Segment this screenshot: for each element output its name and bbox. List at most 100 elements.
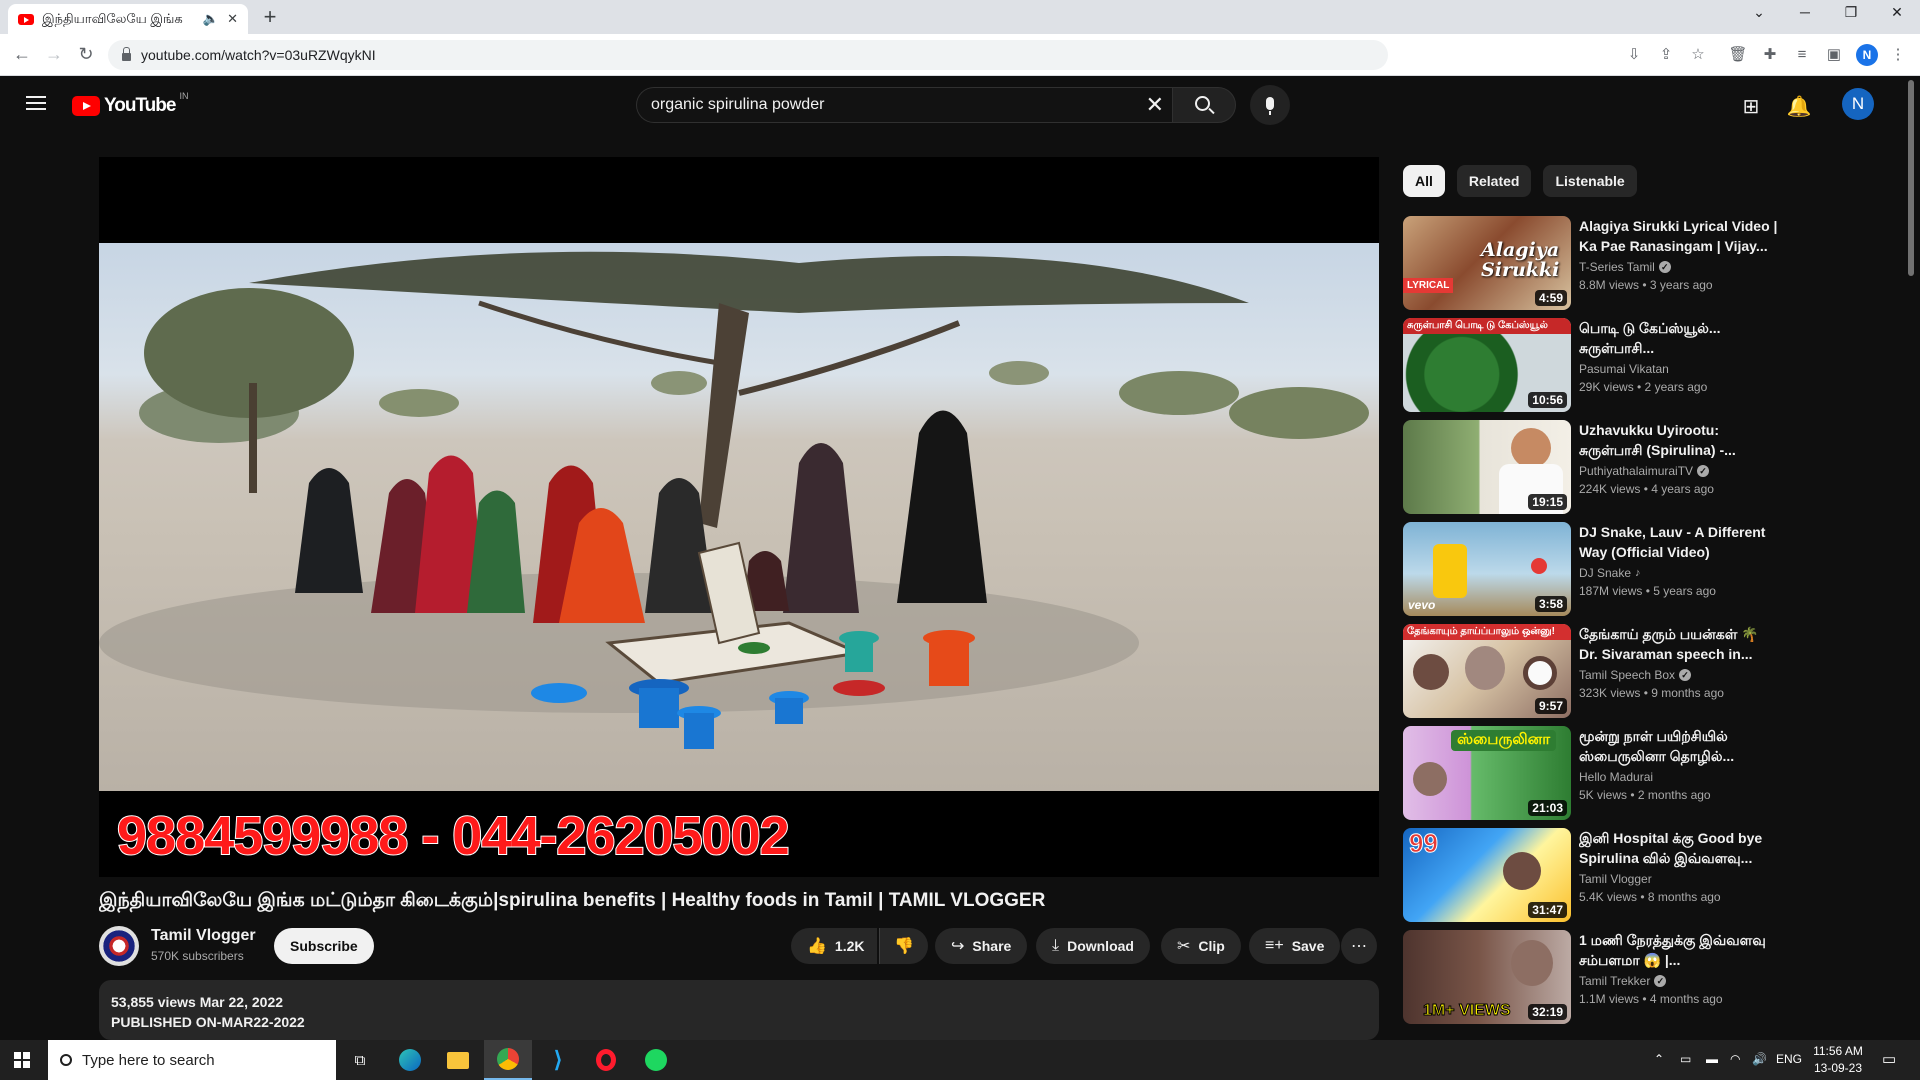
back-button[interactable]: ← [10, 44, 34, 64]
browser-tab-active[interactable]: இந்தியாவிலேயே இங்க 🔈 ✕ [8, 4, 248, 34]
recommendation-title[interactable]: தேங்காய் தரும் பயன்கள் 🌴 Dr. Sivaraman s… [1579, 624, 1779, 664]
recommendation-item[interactable]: 19:15 Uzhavukku Uyirootu: சுருள்பாசி (Sp… [1403, 420, 1783, 514]
recommendation-channel[interactable]: Pasumai Vikatan [1579, 362, 1669, 376]
recommendation-item[interactable]: 1M+ VIEWS 32:19 1 மணி நேரத்துக்கு இவ்வளவ… [1403, 930, 1783, 1024]
video-thumbnail[interactable]: தேங்காயும் தாய்ப்பாலும் ஒன்னு! 9:57 [1403, 624, 1571, 718]
scrollbar-thumb[interactable] [1908, 80, 1914, 276]
extensions-puzzle-icon[interactable]: ✚ [1760, 46, 1780, 64]
duration-badge: 32:19 [1528, 1004, 1567, 1020]
new-tab-button[interactable]: + [258, 6, 282, 28]
browser-menu-icon[interactable]: ⋮ [1888, 46, 1908, 64]
recommendation-channel[interactable]: DJ Snake ♪ [1579, 566, 1641, 580]
recommendation-title[interactable]: Uzhavukku Uyirootu: சுருள்பாசி (Spirulin… [1579, 420, 1779, 460]
vscode-icon[interactable]: ⟩ [534, 1040, 582, 1080]
guide-menu-icon[interactable] [26, 96, 46, 110]
task-view-icon[interactable]: ⧉ [336, 1040, 384, 1080]
share-button[interactable]: ↪ Share [935, 928, 1028, 964]
share-page-icon[interactable]: ⇪ [1656, 46, 1676, 64]
recommendation-item[interactable]: vevo 3:58 DJ Snake, Lauv - A Different W… [1403, 522, 1783, 616]
recommendation-item[interactable]: தேங்காயும் தாய்ப்பாலும் ஒன்னு! 9:57 தேங்… [1403, 624, 1783, 718]
recommendation-title[interactable]: இனி Hospital க்கு Good bye Spirulina வில… [1579, 828, 1779, 868]
network-icon[interactable]: ▭ [1680, 1052, 1691, 1066]
video-player[interactable]: 9884599988 - 044-26205002 [99, 157, 1379, 877]
address-bar[interactable]: youtube.com/watch?v=03uRZWqykNI [108, 40, 1388, 70]
youtube-logo[interactable]: YouTube IN [72, 91, 188, 117]
video-thumbnail[interactable]: ஸ்பைருலினா 21:03 [1403, 726, 1571, 820]
chip-all[interactable]: All [1403, 165, 1445, 197]
notification-center-icon[interactable]: ▭ [1882, 1050, 1896, 1068]
trash-extension-icon[interactable]: 🗑 [1728, 46, 1748, 64]
speaker-icon[interactable]: 🔈 [203, 11, 219, 27]
close-window-button[interactable]: ✕ [1882, 4, 1912, 21]
clear-search-icon[interactable]: ✕ [1146, 94, 1164, 116]
like-button[interactable]: 👍 1.2K [791, 928, 877, 964]
opera-browser-icon[interactable] [582, 1040, 630, 1080]
recommendation-channel[interactable]: Hello Madurai [1579, 770, 1653, 784]
voice-search-button[interactable] [1250, 85, 1290, 125]
dislike-button[interactable]: 👎 [879, 928, 928, 964]
video-thumbnail[interactable]: Alagiya Sirukki LYRICAL 4:59 [1403, 216, 1571, 310]
wifi-icon[interactable]: ◠ [1730, 1052, 1740, 1066]
page-scrollbar[interactable] [1906, 80, 1916, 1040]
video-thumbnail[interactable]: 1M+ VIEWS 32:19 [1403, 930, 1571, 1024]
more-actions-button[interactable]: ⋯ [1341, 928, 1377, 964]
side-panel-icon[interactable]: ▣ [1824, 46, 1844, 64]
chip-listenable[interactable]: Listenable [1543, 165, 1637, 197]
recommendation-item[interactable]: சுருள்பாசி பொடி டு கேப்ஸ்யூல் 10:56 பொடி… [1403, 318, 1783, 412]
recommendation-title[interactable]: 1 மணி நேரத்துக்கு இவ்வளவு சம்பளமா 😱 |... [1579, 930, 1779, 970]
recommendation-channel[interactable]: Tamil Vlogger [1579, 872, 1652, 886]
video-thumbnail[interactable]: 99 31:47 [1403, 828, 1571, 922]
media-queue-icon[interactable]: ≡ [1792, 46, 1812, 64]
channel-avatar[interactable] [99, 926, 139, 966]
recommendation-title[interactable]: DJ Snake, Lauv - A Different Way (Offici… [1579, 522, 1779, 562]
minimize-button[interactable]: ─ [1790, 4, 1820, 20]
volume-icon[interactable]: 🔊 [1752, 1052, 1767, 1066]
file-explorer-icon[interactable] [434, 1040, 482, 1080]
browser-tab-strip: இந்தியாவிலேயே இங்க 🔈 ✕ + ⌄ ─ ❐ ✕ [0, 0, 1920, 34]
recommendation-title[interactable]: பொடி டு கேப்ஸ்யூல்... சுருள்பாசி... [1579, 318, 1779, 358]
search-button[interactable] [1172, 87, 1236, 123]
create-video-icon[interactable]: ⊞ [1738, 94, 1764, 119]
video-thumbnail[interactable]: சுருள்பாசி பொடி டு கேப்ஸ்யூல் 10:56 [1403, 318, 1571, 412]
download-button[interactable]: ⤓ Download [1036, 928, 1150, 964]
recommendation-channel[interactable]: T-Series Tamil ✓ [1579, 260, 1671, 274]
subscribe-button[interactable]: Subscribe [274, 928, 374, 964]
tab-close-icon[interactable]: ✕ [227, 11, 238, 27]
restore-button[interactable]: ❐ [1836, 4, 1866, 21]
chip-related[interactable]: Related [1456, 165, 1532, 197]
language-indicator[interactable]: ENG [1776, 1052, 1802, 1066]
channel-name[interactable]: Tamil Vlogger [151, 927, 256, 945]
description-box[interactable]: 53,855 views Mar 22, 2022 PUBLISHED ON-M… [99, 980, 1379, 1040]
chrome-browser-icon[interactable] [484, 1040, 532, 1080]
forward-button[interactable]: → [42, 44, 66, 64]
music-note-icon: ♪ [1635, 567, 1641, 579]
search-input[interactable]: organic spirulina powder ✕ [636, 87, 1172, 123]
recommendation-item[interactable]: Alagiya Sirukki LYRICAL 4:59 Alagiya Sir… [1403, 216, 1783, 310]
video-thumbnail[interactable]: vevo 3:58 [1403, 522, 1571, 616]
edge-browser-icon[interactable] [386, 1040, 434, 1080]
recommendation-title[interactable]: Alagiya Sirukki Lyrical Video | Ka Pae R… [1579, 216, 1779, 256]
recommendation-channel[interactable]: Tamil Trekker ✓ [1579, 974, 1667, 988]
spotify-icon[interactable] [632, 1040, 680, 1080]
recommendation-item[interactable]: ஸ்பைருலினா 21:03 மூன்று நாள் பயிற்சியில்… [1403, 726, 1783, 820]
video-thumbnail[interactable]: 19:15 [1403, 420, 1571, 514]
clip-button[interactable]: ✂ Clip [1161, 928, 1241, 964]
account-avatar[interactable]: N [1842, 88, 1874, 120]
recommendation-title[interactable]: மூன்று நாள் பயிற்சியில் ஸ்பைருலினா தொழில… [1579, 726, 1779, 766]
recommendation-channel[interactable]: Tamil Speech Box ✓ [1579, 668, 1692, 682]
save-button[interactable]: ≡+ Save [1249, 928, 1341, 964]
tab-search-chevron-icon[interactable]: ⌄ [1744, 4, 1774, 21]
notifications-bell-icon[interactable]: 🔔 [1786, 94, 1812, 119]
system-clock[interactable]: 11:56 AM 13-09-23 [1808, 1043, 1868, 1077]
install-app-icon[interactable]: ⇩ [1624, 46, 1644, 64]
battery-icon[interactable]: ▬ [1706, 1052, 1718, 1066]
taskbar-search-box[interactable]: Type here to search [48, 1040, 336, 1080]
windows-start-icon[interactable] [14, 1052, 30, 1068]
bookmark-star-icon[interactable]: ☆ [1688, 46, 1708, 64]
recommendation-item[interactable]: 99 31:47 இனி Hospital க்கு Good bye Spir… [1403, 828, 1783, 922]
lock-icon[interactable] [122, 47, 131, 61]
recommendation-channel[interactable]: PuthiyathalaimuraiTV ✓ [1579, 464, 1710, 478]
tray-chevron-icon[interactable]: ⌃ [1654, 1052, 1664, 1066]
browser-profile-avatar[interactable]: N [1856, 44, 1878, 66]
reload-button[interactable]: ↻ [74, 44, 98, 64]
